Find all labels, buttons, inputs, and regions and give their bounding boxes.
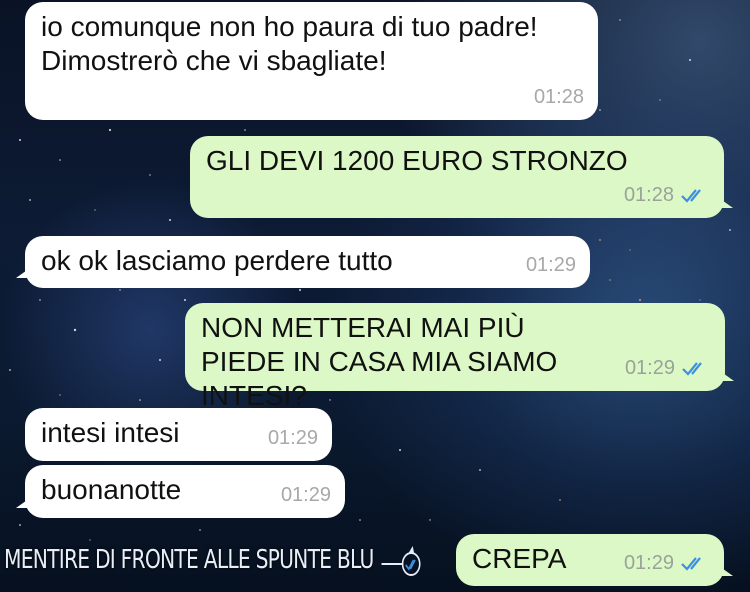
read-double-check-icon <box>681 557 701 571</box>
message-timestamp: 01:29 <box>267 427 318 449</box>
message-timestamp: 01:28 <box>533 86 584 108</box>
double-check-logo-icon <box>381 546 421 576</box>
message-bubble-outgoing[interactable]: GLI DEVI 1200 EURO STRONZO 01:28 <box>190 136 733 218</box>
watermark-text: MENTIRE DI FRONTE ALLE SPUNTE BLU <box>4 545 374 575</box>
message-timestamp: 01:29 <box>280 484 331 506</box>
message-text: GLI DEVI 1200 EURO STRONZO <box>206 145 628 176</box>
message-bubble-incoming[interactable]: ok ok lasciamo perdere tutto 01:29 <box>16 236 590 288</box>
message-timestamp: 01:28 <box>623 184 674 206</box>
watermark: MENTIRE DI FRONTE ALLE SPUNTE BLU <box>4 540 424 580</box>
message-bubble-outgoing[interactable]: NON METTERAI MAI PIÙ PIEDE IN CASA MIA S… <box>185 303 734 411</box>
message-timestamp: 01:29 <box>624 357 675 379</box>
bubble-tail <box>16 268 30 278</box>
message-bubble-incoming[interactable]: intesi intesi 01:29 <box>25 408 332 461</box>
message-text: ok ok lasciamo perdere tutto <box>41 245 393 276</box>
message-bubble-incoming[interactable]: buonanotte 01:29 <box>16 465 345 518</box>
message-text: io comunque non ho paura di tuo padre! D… <box>41 11 538 76</box>
message-timestamp: 01:29 <box>623 552 674 574</box>
message-timestamp: 01:29 <box>525 254 576 276</box>
message-text: NON METTERAI MAI PIÙ PIEDE IN CASA MIA S… <box>201 312 558 411</box>
read-double-check-icon <box>681 189 701 203</box>
bubble-tail <box>719 198 733 208</box>
message-bubble-outgoing[interactable]: CREPA 01:29 <box>456 534 733 586</box>
bubble-tail <box>720 371 734 381</box>
message-bubble-incoming[interactable]: io comunque non ho paura di tuo padre! D… <box>25 2 598 120</box>
bubble-tail <box>719 566 733 576</box>
read-double-check-icon <box>682 362 702 376</box>
bubble-tail <box>16 498 30 508</box>
